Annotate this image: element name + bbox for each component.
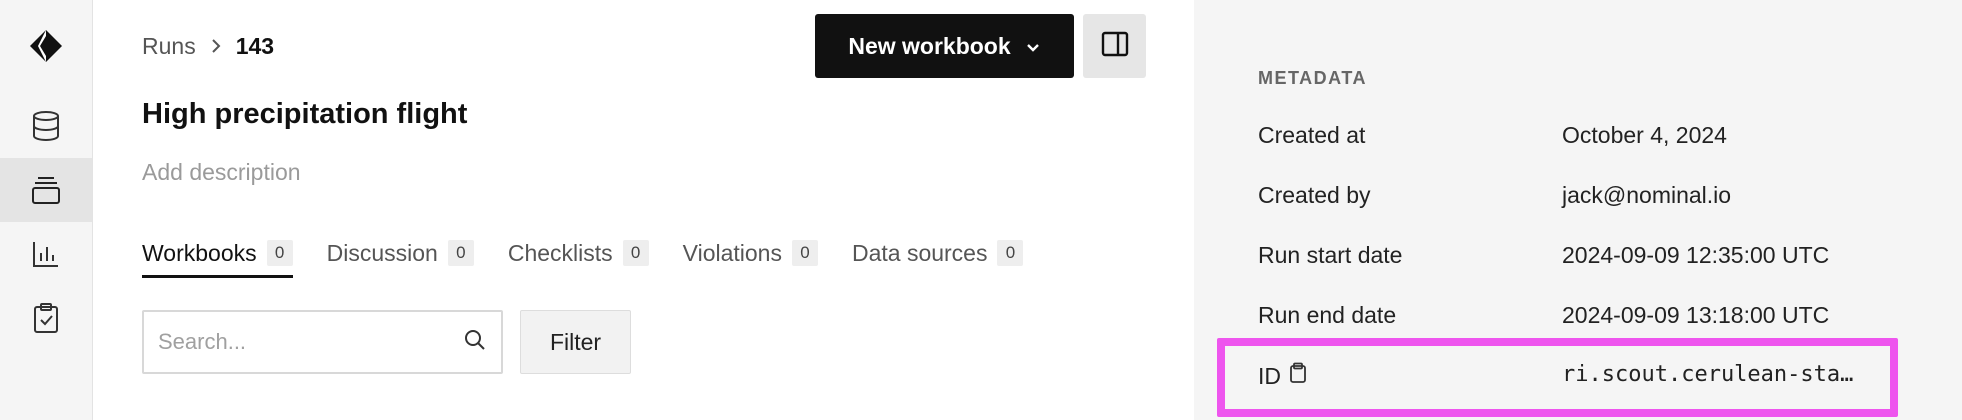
database-icon bbox=[31, 110, 61, 142]
sidebar-item-checklists[interactable] bbox=[0, 286, 92, 350]
metadata-row-run-start: Run start date 2024-09-09 12:35:00 UTC bbox=[1258, 242, 1898, 269]
highlight-box bbox=[1217, 338, 1898, 417]
metadata-value: 2024-09-09 12:35:00 UTC bbox=[1562, 242, 1830, 268]
tab-discussion[interactable]: Discussion 0 bbox=[327, 228, 474, 278]
breadcrumb-current: 143 bbox=[235, 32, 275, 59]
filter-button[interactable]: Filter bbox=[520, 310, 631, 374]
stacked-layers-icon bbox=[30, 174, 62, 206]
tab-count-badge: 0 bbox=[266, 240, 293, 266]
metadata-heading: METADATA bbox=[1258, 68, 1367, 88]
left-nav-rail bbox=[0, 0, 93, 420]
tab-workbooks[interactable]: Workbooks 0 bbox=[142, 228, 293, 278]
metadata-row-created-by: Created by jack@nominal.io bbox=[1258, 182, 1898, 209]
toggle-side-panel-button[interactable] bbox=[1083, 14, 1146, 78]
tab-count-badge: 0 bbox=[997, 240, 1024, 266]
tab-label: Violations bbox=[682, 239, 782, 266]
new-workbook-button[interactable]: New workbook bbox=[815, 14, 1074, 78]
tab-label: Workbooks bbox=[142, 239, 257, 266]
metadata-value: jack@nominal.io bbox=[1562, 182, 1732, 208]
metadata-value: 2024-09-09 13:18:00 UTC bbox=[1562, 302, 1830, 328]
chevron-down-icon bbox=[1025, 33, 1041, 60]
side-panel-icon bbox=[1100, 30, 1130, 63]
home-logo-button[interactable] bbox=[0, 14, 92, 78]
metadata-row-run-end: Run end date 2024-09-09 13:18:00 UTC bbox=[1258, 302, 1898, 329]
tab-label: Data sources bbox=[851, 239, 988, 266]
tab-count-badge: 0 bbox=[447, 240, 474, 266]
metadata-label: Run start date bbox=[1258, 242, 1403, 268]
metadata-row-created-at: Created at October 4, 2024 bbox=[1258, 122, 1898, 149]
bar-chart-icon bbox=[31, 239, 61, 269]
metadata-label: Created at bbox=[1258, 122, 1366, 148]
tab-data-sources[interactable]: Data sources 0 bbox=[852, 228, 1024, 278]
sidebar-item-charts[interactable] bbox=[0, 222, 92, 286]
sidebar-item-datasets[interactable] bbox=[0, 94, 92, 158]
sidebar-item-runs[interactable] bbox=[0, 158, 92, 222]
page-title: High precipitation flight bbox=[142, 98, 468, 130]
tab-violations[interactable]: Violations 0 bbox=[683, 228, 818, 278]
new-workbook-label: New workbook bbox=[848, 32, 1011, 59]
tab-label: Checklists bbox=[507, 239, 613, 266]
metadata-label: Run end date bbox=[1258, 302, 1397, 328]
clipboard-check-icon bbox=[32, 302, 60, 334]
breadcrumb-runs-link[interactable]: Runs bbox=[142, 33, 196, 60]
search-input[interactable]: Search... bbox=[142, 310, 503, 374]
add-description-field[interactable]: Add description bbox=[142, 159, 301, 186]
metadata-label: Created by bbox=[1258, 182, 1371, 208]
tab-label: Discussion bbox=[326, 239, 438, 266]
tab-count-badge: 0 bbox=[791, 240, 818, 266]
tab-count-badge: 0 bbox=[622, 240, 649, 266]
search-icon bbox=[463, 328, 487, 357]
tab-bar: Workbooks 0 Discussion 0 Checklists 0 Vi… bbox=[142, 228, 1057, 278]
tab-checklists[interactable]: Checklists 0 bbox=[508, 228, 649, 278]
metadata-value: October 4, 2024 bbox=[1562, 122, 1727, 148]
search-placeholder: Search... bbox=[158, 329, 247, 354]
breadcrumb: Runs 143 bbox=[142, 30, 274, 62]
chevron-right-icon bbox=[210, 37, 222, 55]
diamond-logo-icon bbox=[28, 28, 64, 64]
